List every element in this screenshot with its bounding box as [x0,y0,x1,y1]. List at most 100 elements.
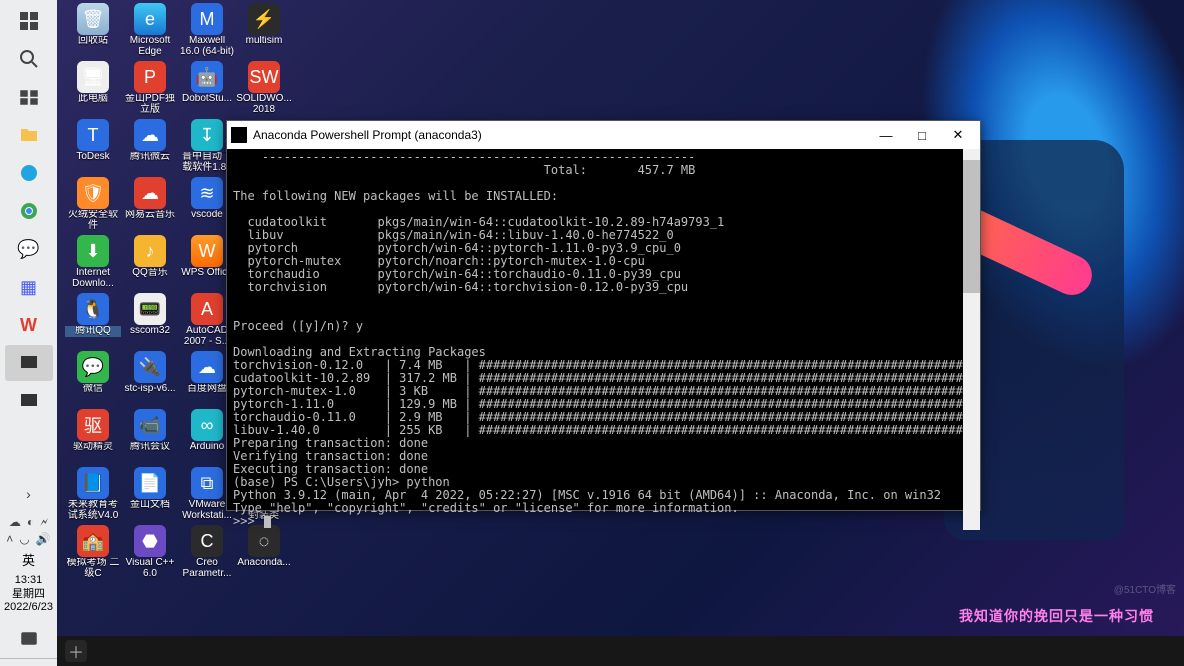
desktop-icon[interactable]: eMicrosoft Edge [122,2,178,58]
notification-button[interactable] [5,621,53,657]
desktop-icon[interactable]: P金山PDF独立版 [122,60,178,116]
close-button[interactable]: ✕ [940,121,976,149]
app-icon: ⬇ [77,235,109,267]
edge-taskbar-icon[interactable] [5,155,53,191]
desktop-icon[interactable]: MMaxwell 16.0 (64-bit) [179,2,235,58]
desktop-icon[interactable]: 🛡火绒安全软件 [65,176,121,232]
chevron-up-icon[interactable]: ˄ [6,532,13,546]
desktop-icon[interactable]: 🖥此电脑 [65,60,121,116]
desktop-icon[interactable]: 📟sscom32 [122,292,178,348]
bottom-toolbar: ＋ [57,636,1184,666]
desktop-icon[interactable]: 🗑回收站 [65,2,121,58]
desktop-icon[interactable]: 📹腾讯会议 [122,408,178,464]
desktop-icon[interactable]: 驱驱动精灵 [65,408,121,464]
icon-label: 腾讯微云 [122,152,178,163]
desktop-icon[interactable]: ♪QQ音乐 [122,234,178,290]
terminal-taskbar-icon[interactable] [5,345,53,381]
app-icon: M [191,3,223,35]
app-icon: 📹 [134,409,166,441]
app-icon: P [134,61,166,93]
scrollbar-thumb[interactable] [963,160,980,293]
desktop-icon[interactable]: 📘未来教育考试系统V4.0 [65,466,121,522]
desktop-icon[interactable]: 📄金山文档 [122,466,178,522]
task-view-button[interactable] [5,79,53,115]
chrome-taskbar-icon[interactable] [5,193,53,229]
desktop-icon[interactable]: SWSOLIDWO... 2018 [236,60,292,116]
terminal-output[interactable]: ----------------------------------------… [227,149,963,530]
icon-label: Internet Downlo... [65,268,121,289]
desktop-icon[interactable]: 🐧腾讯QQ [65,292,121,348]
show-desktop-button[interactable] [0,658,57,666]
app-icon: e [134,3,166,35]
onedrive-icon[interactable]: ◐ [27,515,34,530]
desktop-icon[interactable]: ⬇Internet Downlo... [65,234,121,290]
icon-label: sscom32 [122,326,178,337]
window-title: Anaconda Powershell Prompt (anaconda3) [253,128,868,142]
icon-label: 腾讯会议 [122,442,178,453]
app-icon: C [191,525,223,557]
wechat-taskbar-icon[interactable]: 💬 [5,231,53,267]
app-icon: T [77,119,109,151]
window-titlebar[interactable]: Anaconda Powershell Prompt (anaconda3) —… [227,121,980,149]
anaconda-prompt-window[interactable]: Anaconda Powershell Prompt (anaconda3) —… [226,120,981,511]
desktop-icon[interactable]: ◌Anaconda... [236,524,292,580]
app-icon: 💬 [77,351,109,383]
app-taskbar-icon-1[interactable]: ▦ [5,269,53,305]
icon-label: 驱动精灵 [65,442,121,453]
icon-label: 网易云音乐 [122,210,178,221]
ime-indicator[interactable]: 英 [22,548,35,571]
icon-label: 腾讯QQ [65,326,121,337]
speaker-icon[interactable]: 🔊 [36,532,51,546]
app-icon: 🐧 [77,293,109,325]
taskbar-clock[interactable]: 13:31 星期四 2022/6/23 [4,571,53,620]
app-icon: 🛡 [77,177,109,209]
app-icon: ☁ [134,119,166,151]
search-button[interactable] [5,41,53,77]
app-icon: ≋ [191,177,223,209]
wps-taskbar-icon[interactable]: W [5,307,53,343]
app-icon: ⚡ [248,3,280,35]
minimize-button[interactable]: — [868,121,904,149]
icon-label: 金山PDF独立版 [122,94,178,115]
battery-icon[interactable]: 🗲 [40,515,48,530]
desktop-icon[interactable]: 🏫模拟考场 二级C [65,524,121,580]
start-button[interactable] [5,3,53,39]
add-tab-button[interactable]: ＋ [65,640,87,662]
desktop-icon[interactable]: 🤖DobotStu... [179,60,235,116]
clock-time: 13:31 [4,574,53,587]
icon-label: 模拟考场 二级C [65,558,121,579]
app-icon: ∞ [191,409,223,441]
desktop-icon[interactable]: ⚡multisim [236,2,292,58]
desktop-icon[interactable]: ☁网易云音乐 [122,176,178,232]
desktop-icon[interactable]: TToDesk [65,118,121,174]
cloud-icon[interactable]: ☁ [9,515,21,530]
taskbar: 💬 ▦ W › ☁ ◐ 🗲 ˄ ◡ 🔊 英 13:31 星期四 2022/6/2… [0,0,57,666]
desktop-icon[interactable]: 🔌stc-isp-v6... [122,350,178,406]
terminal-taskbar-icon-2[interactable] [5,383,53,419]
wifi-icon[interactable]: ◡ [19,532,29,546]
icon-label: 金山文档 [122,500,178,511]
app-icon: 📟 [134,293,166,325]
app-icon: 📄 [134,467,166,499]
terminal-scrollbar[interactable] [963,149,980,530]
app-icon: A [191,293,223,325]
explorer-taskbar-icon[interactable] [5,117,53,153]
icon-label: 火绒安全软件 [65,210,121,231]
maximize-button[interactable]: □ [904,121,940,149]
icon-label: stc-isp-v6... [122,384,178,395]
icon-label: 此电脑 [65,94,121,105]
app-icon: 🏫 [77,525,109,557]
app-icon: 驱 [77,409,109,441]
desktop-icon[interactable]: ⬣Visual C++ 6.0 [122,524,178,580]
desktop-icon[interactable]: CCreo Parametr... [179,524,235,580]
icon-label: Creo Parametr... [179,558,235,579]
icon-label: 微信 [65,384,121,395]
desktop-icon[interactable]: ☁腾讯微云 [122,118,178,174]
icon-label: Microsoft Edge [122,36,178,57]
app-icon: 🗑 [77,3,109,35]
overflow-chevron-icon[interactable]: › [5,476,53,512]
desktop-icon[interactable]: 💬微信 [65,350,121,406]
app-icon: 📘 [77,467,109,499]
system-tray[interactable]: ☁ ◐ 🗲 ˄ ◡ 🔊 [0,513,57,548]
icon-label: ToDesk [65,152,121,163]
